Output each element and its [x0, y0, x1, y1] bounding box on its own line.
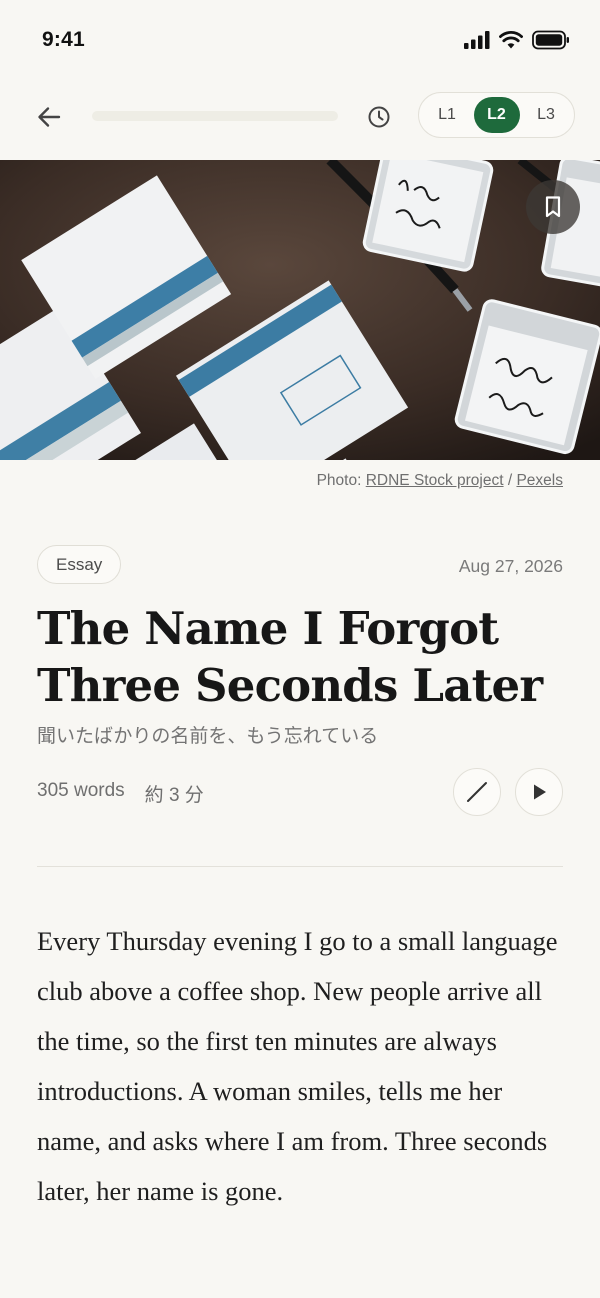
pen-slash-icon	[467, 782, 487, 802]
level-button-l3[interactable]: L3	[523, 97, 569, 133]
play-icon	[534, 784, 546, 800]
cellular-signal-icon	[464, 31, 490, 54]
article-subtitle: 聞いたばかりの名前を、もう忘れている	[37, 726, 379, 747]
level-button-l1[interactable]: L1	[424, 97, 470, 133]
history-button[interactable]	[364, 102, 394, 132]
wifi-icon	[499, 31, 523, 54]
status-time: 9:41	[42, 28, 85, 51]
photo-credit-separator: /	[503, 472, 517, 489]
article-body: Every Thursday evening I go to a small l…	[37, 926, 558, 1206]
arrow-left-icon	[38, 107, 61, 127]
status-icons	[464, 30, 570, 55]
section-divider	[37, 866, 563, 867]
level-selector: L1 L2 L3	[418, 92, 575, 138]
photo-credit: Photo: RDNE Stock project / Pexels	[317, 472, 563, 490]
clock-icon	[368, 106, 390, 128]
photo-credit-prefix: Photo:	[316, 472, 366, 489]
back-button[interactable]	[32, 100, 66, 134]
highlight-toggle-button[interactable]	[453, 768, 501, 816]
category-chip[interactable]: Essay	[37, 545, 122, 584]
hero-image	[0, 160, 600, 460]
status-bar: 9:41	[0, 0, 600, 80]
top-nav-bar: L1 L2 L3	[0, 80, 600, 152]
read-time: 約 3 分	[144, 785, 204, 806]
battery-icon	[532, 30, 570, 55]
reading-info: 305 words 約 3 分	[37, 780, 204, 807]
publish-date: Aug 27, 2026	[458, 556, 563, 576]
bookmark-button[interactable]	[526, 180, 580, 234]
hero-photo	[0, 160, 600, 460]
level-button-l2[interactable]: L2	[473, 97, 520, 133]
bookmark-icon	[545, 196, 561, 218]
photo-author-link[interactable]: RDNE Stock project	[366, 472, 504, 489]
photo-source-link[interactable]: Pexels	[516, 472, 563, 489]
play-audio-button[interactable]	[515, 768, 563, 816]
word-count: 305 words	[37, 780, 125, 801]
reading-progress-bar	[92, 111, 338, 121]
article-title: The Name I Forgot Three Seconds Later	[37, 602, 543, 712]
